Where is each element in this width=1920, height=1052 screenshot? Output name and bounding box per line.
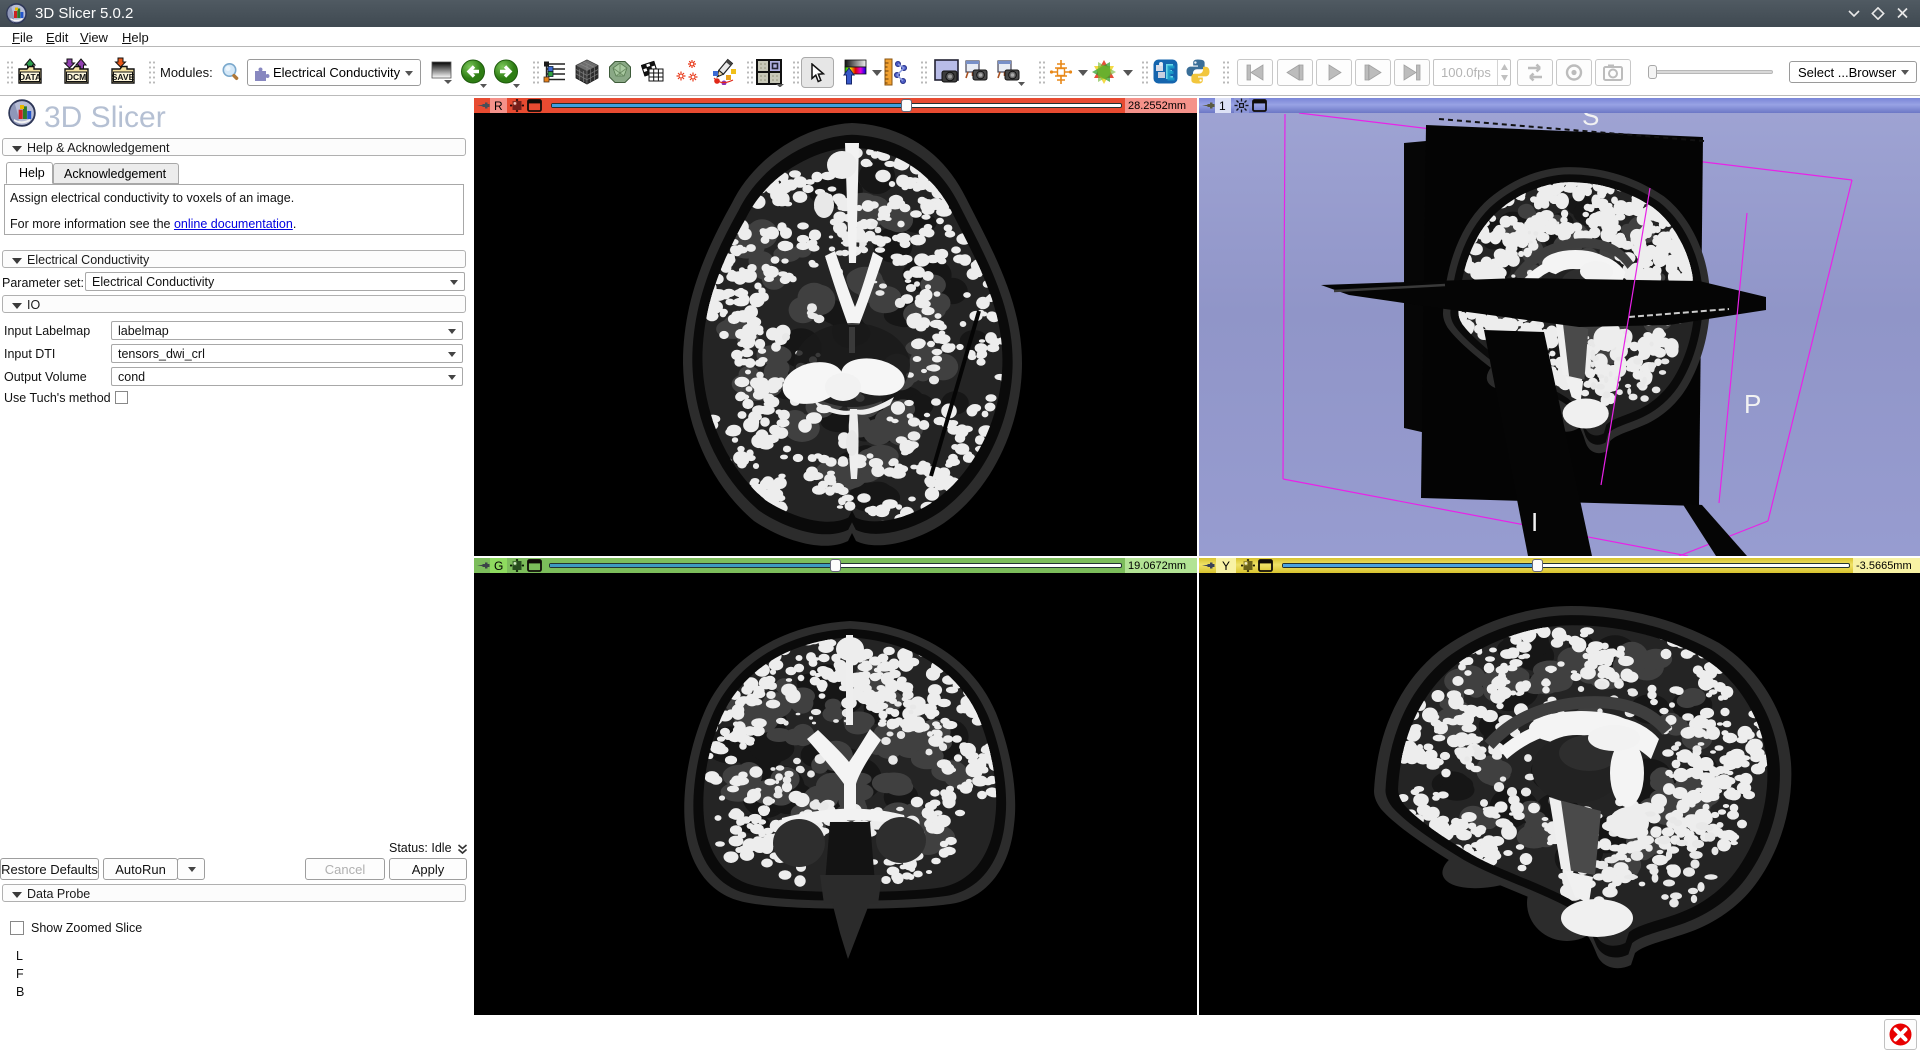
svg-text:SAVE: SAVE bbox=[112, 72, 135, 82]
svg-text:DATA: DATA bbox=[19, 72, 41, 82]
svg-text:P: P bbox=[1744, 389, 1761, 419]
svg-text:S: S bbox=[1582, 113, 1599, 131]
svg-text:I: I bbox=[1531, 507, 1538, 537]
svg-text:DCM: DCM bbox=[67, 72, 86, 82]
